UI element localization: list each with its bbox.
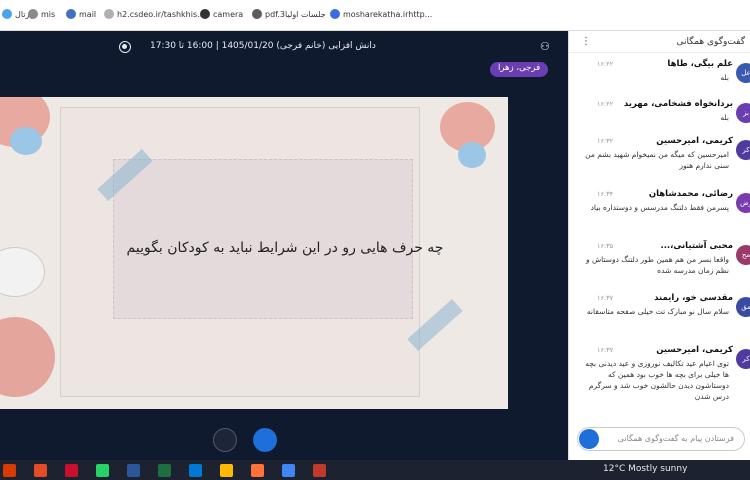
participants-icon[interactable]: ⚇: [540, 40, 556, 54]
weather-widget[interactable]: 12°C Mostly sunny: [603, 464, 687, 474]
meeting-title: دانش افزایی (خانم فرجی) 1405/01/20 | 16:…: [150, 41, 376, 51]
sender-name: رضائی، محمدشاهان: [648, 189, 733, 199]
chat-header: ⋮ گفت‌وگوی همگانی: [569, 31, 750, 53]
avatar: بز: [736, 103, 750, 123]
taskbar: 12°C Mostly sunny: [0, 460, 750, 480]
bookmark-icon: [200, 9, 210, 19]
sender-name: بردانخواه فشخامی، مهرید: [623, 99, 733, 109]
bookmark-icon: [28, 9, 38, 19]
taskbar-app-icon[interactable]: [251, 464, 264, 477]
bookmark[interactable]: camera: [200, 9, 243, 19]
bookmark-label: camera: [213, 9, 244, 19]
headset-button[interactable]: [253, 428, 277, 452]
avatar: مح: [736, 245, 750, 265]
sender-name: کریمی، امیرحسین: [656, 345, 733, 355]
meeting-stage: ⚇ دانش افزایی (خانم فرجی) 1405/01/20 | 1…: [0, 31, 568, 460]
bookmark[interactable]: mosharekatha.irhttp...: [330, 9, 432, 19]
message-text: بله: [720, 113, 729, 122]
taskbar-app-icon[interactable]: [127, 464, 140, 477]
sender-name: کریمی، امیرحسین: [656, 136, 733, 146]
message-time: ۱۶:۳۲: [597, 137, 614, 145]
message-time: ۱۶:۳۷: [597, 294, 614, 302]
sender-name: علم بیگی، طاها: [667, 59, 733, 69]
message-text: بله: [720, 73, 729, 82]
bookmark-icon: [330, 9, 340, 19]
message-time: ۱۶:۳۵: [597, 242, 614, 250]
flower-decoration: [458, 142, 486, 168]
taskbar-app-icon[interactable]: [282, 464, 295, 477]
avatar: کر: [736, 140, 750, 160]
bookmark[interactable]: mis: [28, 9, 55, 19]
slide-inner-frame: [113, 159, 413, 319]
message-time: ۱۶:۲۲: [597, 60, 614, 68]
taskbar-app-icon[interactable]: [189, 464, 202, 477]
taskbar-app-icon[interactable]: [65, 464, 78, 477]
bookmark[interactable]: h2.csdeo.ir/tashkhis...: [104, 9, 205, 19]
message-text: توی اعیام عید تکالیف نوروزی و عید دیدنی …: [585, 359, 729, 401]
flower-decoration: [0, 247, 45, 297]
bookmark-label: pdf.3جلسات اولیا: [265, 9, 326, 19]
taskbar-app-icon[interactable]: [96, 464, 109, 477]
taskbar-app-icon[interactable]: [158, 464, 171, 477]
avatar: رض: [736, 193, 750, 213]
message-text: سلام سال نو مبارک تت خیلی صفحه متاسفانه: [586, 307, 729, 316]
sender-name: محبی آشتیانی،...: [660, 241, 733, 251]
bookmark-label: mosharekatha.irhttp...: [343, 9, 433, 19]
bookmark-icon: [2, 9, 12, 19]
slide-text: چه حرف هایی رو در این شرایط نباید به کود…: [126, 240, 444, 256]
chat-panel: ⋮ گفت‌وگوی همگانی عل علم بیگی، طاها ۱۶:۲۲ ب…: [568, 31, 750, 460]
bookmark-icon: [104, 9, 114, 19]
flower-decoration: [0, 317, 55, 397]
camera-off-button[interactable]: [213, 428, 237, 452]
presenter-badge: فرجی، زهرا: [490, 62, 549, 77]
bookmark-label: mail: [79, 9, 97, 19]
taskbar-app-icon[interactable]: [3, 464, 16, 477]
message-time: ۱۶:۲۲: [597, 100, 614, 108]
message-text: واقعا بسر من هم همین طور دلتنگ دوستاش و …: [585, 255, 729, 275]
chat-title: گفت‌وگوی همگانی: [676, 37, 745, 47]
sender-name: مقدسی خو، رایمند: [654, 293, 733, 303]
bookmark-label: h2.csdeo.ir/tashkhis...: [117, 9, 205, 19]
message-text: امیرحسین که میگه من نمیخوام شهید بشم من …: [585, 150, 729, 170]
bookmark-icon: [252, 9, 262, 19]
chat-input[interactable]: فرستادن پیام به گفت‌وگوی همگانی: [577, 427, 745, 451]
more-options-icon[interactable]: ⋮: [581, 36, 591, 47]
bookmark[interactable]: pdf.3جلسات اولیا: [252, 9, 326, 19]
send-button[interactable]: [579, 429, 599, 449]
bookmark[interactable]: mail: [66, 9, 96, 19]
avatar: کر: [736, 349, 750, 369]
bookmark-label: mis: [41, 9, 56, 19]
message-text: پسرمن فقط دلتنگ مدرسس و دوستداره بیاد: [590, 203, 729, 212]
shared-slide: چه حرف هایی رو در این شرایط نباید به کود…: [0, 97, 508, 409]
flower-decoration: [10, 127, 42, 155]
taskbar-app-icon[interactable]: [313, 464, 326, 477]
bookmark-icon: [66, 9, 76, 19]
bookmarks-bar: پرتال mis mail h2.csdeo.ir/tashkhis... camer…: [0, 0, 750, 31]
taskbar-app-icon[interactable]: [220, 464, 233, 477]
taskbar-app-icon[interactable]: [34, 464, 47, 477]
message-time: ۱۶:۳۷: [597, 346, 614, 354]
avatar: مق: [736, 297, 750, 317]
avatar: عل: [736, 63, 750, 83]
record-icon[interactable]: [119, 41, 131, 53]
message-time: ۱۶:۳۴: [597, 190, 614, 198]
